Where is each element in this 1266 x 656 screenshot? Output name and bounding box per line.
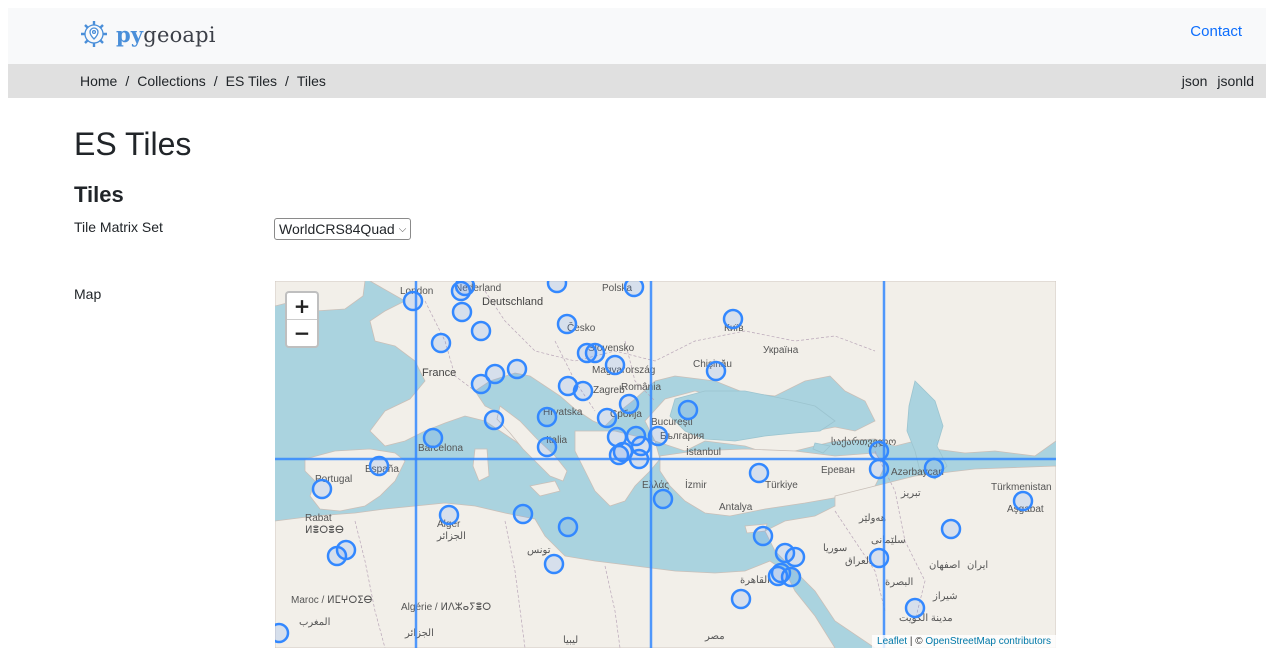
feature-marker[interactable] [311,478,333,500]
format-links: json jsonld [1182,73,1254,89]
tile-overlay [275,281,1056,648]
feature-marker[interactable] [506,358,528,380]
breadcrumb-home[interactable]: Home [80,73,117,89]
osm-link[interactable]: OpenStreetMap contributors [925,636,1051,647]
feature-marker[interactable] [422,427,444,449]
gear-pin-icon [81,21,107,47]
feature-marker[interactable] [512,503,534,525]
feature-marker[interactable] [748,462,770,484]
feature-marker[interactable] [752,525,774,547]
tile-matrix-set-value: WorldCRS84Quad [279,221,395,237]
feature-marker[interactable] [623,281,645,298]
feature-marker[interactable] [604,354,626,376]
brand-logo[interactable]: pygeoapi [78,16,216,52]
zoom-control: + − [285,291,319,348]
feature-marker[interactable] [470,373,492,395]
feature-marker[interactable] [536,406,558,428]
feature-marker[interactable] [536,436,558,458]
feature-marker[interactable] [730,588,752,610]
feature-marker[interactable] [767,565,789,587]
leaflet-link[interactable]: Leaflet [877,636,907,647]
top-navbar: pygeoapi Contact [8,8,1266,64]
feature-marker[interactable] [596,407,618,429]
feature-marker[interactable] [556,313,578,335]
feature-marker[interactable] [647,425,669,447]
feature-marker[interactable] [722,308,744,330]
feature-marker[interactable] [438,504,460,526]
feature-marker[interactable] [557,516,579,538]
map-attribution: Leaflet | © OpenStreetMap contributors [872,635,1056,648]
section-title: Tiles [74,182,124,207]
feature-marker[interactable] [572,380,594,402]
feature-marker[interactable] [584,342,606,364]
feature-marker[interactable] [868,547,890,569]
feature-marker[interactable] [470,320,492,342]
feature-marker[interactable] [705,360,727,382]
feature-marker[interactable] [335,539,357,561]
feature-marker[interactable] [923,457,945,479]
brand-name-part2: geoapi [143,22,216,47]
feature-marker[interactable] [451,301,473,323]
feature-marker[interactable] [868,458,890,480]
feature-marker[interactable] [402,290,424,312]
feature-marker[interactable] [454,281,476,297]
feature-marker[interactable] [546,281,568,294]
breadcrumb: Home / Collections / ES Tiles / Tiles [80,73,326,89]
tile-matrix-set-label: Tile Matrix Set [74,219,163,235]
map-label: Map [74,286,102,302]
breadcrumb-separator: / [125,73,130,89]
tile-map[interactable]: London Nederland Deutschland Polska Česk… [275,281,1056,648]
feature-marker[interactable] [483,409,505,431]
feature-marker[interactable] [628,448,650,470]
feature-marker[interactable] [1012,490,1034,512]
page-title: ES Tiles [74,126,192,162]
attribution-separator: | © [907,636,926,647]
breadcrumb-tiles[interactable]: Tiles [297,73,326,89]
breadcrumb-separator: / [213,73,218,89]
feature-marker[interactable] [618,393,640,415]
zoom-in-button[interactable]: + [287,293,317,320]
breadcrumb-es-tiles[interactable]: ES Tiles [226,73,277,89]
breadcrumb-collections[interactable]: Collections [137,73,205,89]
feature-marker[interactable] [275,622,290,644]
feature-marker[interactable] [940,518,962,540]
feature-marker[interactable] [784,546,806,568]
feature-marker[interactable] [368,455,390,477]
feature-marker[interactable] [677,399,699,421]
feature-marker[interactable] [608,444,630,466]
brand-name-part1: py [116,21,144,47]
breadcrumb-bar: Home / Collections / ES Tiles / Tiles js… [8,64,1266,98]
zoom-out-button[interactable]: − [287,320,317,346]
feature-marker[interactable] [430,332,452,354]
feature-marker[interactable] [904,597,926,619]
feature-marker[interactable] [868,440,890,462]
breadcrumb-separator: / [284,73,289,89]
tile-matrix-set-select[interactable]: WorldCRS84Quad ⌵ [274,218,412,240]
contact-link[interactable]: Contact [1190,23,1242,40]
format-json-link[interactable]: json [1182,73,1208,89]
feature-marker[interactable] [652,488,674,510]
brand-name: pygeoapi [116,22,216,47]
format-jsonld-link[interactable]: jsonld [1217,73,1254,89]
feature-marker[interactable] [543,553,565,575]
chevron-down-icon: ⌵ [398,223,407,235]
